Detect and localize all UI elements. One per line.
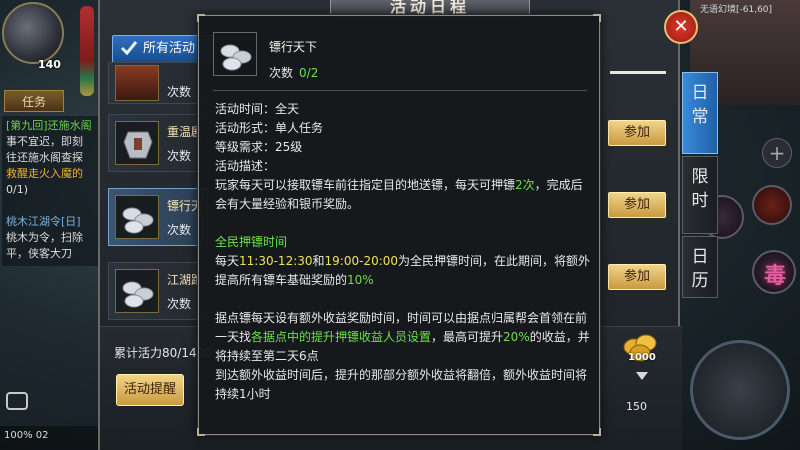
activity-row[interactable]: 江湖跑 次数 (108, 262, 208, 320)
desc-highlight: 2次 (515, 178, 535, 192)
poison-skill-glyph: 毒 (764, 264, 787, 289)
corner-ornament (593, 428, 601, 436)
desc-text: 玩家每天可以接取镖车前往指定目的地送镖，每天可押镖 (215, 178, 516, 192)
close-button[interactable]: ✕ (664, 10, 698, 44)
corner-ornament (593, 14, 601, 22)
skill-slot-poison[interactable]: 毒 (752, 250, 796, 294)
corner-ornament (197, 428, 205, 436)
quest-line: 救醒走火入魔的 (6, 167, 83, 180)
reward-amount: 1000 (628, 352, 656, 363)
tooltip-count-label: 次数 (269, 66, 294, 80)
tab-calendar[interactable]: 日历 (682, 236, 718, 298)
quest-line: 事不宜迟，即刻 (6, 135, 83, 148)
tab-limited[interactable]: 限时 (682, 156, 718, 234)
activity-thumbnail-icon (115, 65, 159, 101)
level-requirement-line: 等级需求：25级 (215, 140, 303, 154)
percent-highlight: 20% (503, 330, 530, 344)
text: 每天 (215, 254, 240, 268)
tab-daily-label: 日常 (691, 83, 709, 127)
quest-line: 桃木为令，扫除 (6, 231, 83, 244)
activity-count-label: 次数 (167, 85, 192, 99)
tab-daily[interactable]: 日常 (682, 72, 718, 154)
quest-line: 桃木江湖令[日] (6, 215, 81, 228)
silver-ingots-icon (213, 32, 257, 76)
quest-tracker-panel[interactable]: [第九回]还施水阁 事不宜迟，即刻 往还施水阁查探 救醒走火入魔的 0/1) 桃木江湖令… (2, 116, 98, 266)
add-shortcut-button[interactable]: + (762, 138, 792, 168)
quest-line: 平，侠客大刀 (6, 247, 72, 260)
join-button[interactable]: 参加 (608, 120, 666, 146)
activity-count-label: 次数 (167, 149, 192, 163)
percent-highlight: 10% (347, 273, 374, 287)
attack-button[interactable] (690, 340, 790, 440)
bonus-paragraph: 到达额外收益时间后，提升的那部分额外收益将翻倍，额外收益时间将持续1小时 (215, 368, 588, 401)
player-level: 140 (38, 58, 61, 71)
divider-line (213, 90, 587, 91)
escort-time-paragraph: 每天11:30-12:30和19:00-20:00为全民押镖时间，在此期间，将额… (215, 252, 591, 290)
time-highlight: 19:00-20:00 (324, 254, 399, 268)
quest-line: 0/1) (6, 183, 28, 196)
all-activities-label: 所有活动 (143, 41, 196, 56)
text: ，最高可提升 (431, 330, 504, 344)
activity-reminder-button[interactable]: 活动提醒 (116, 374, 184, 406)
description-heading: 活动描述： (215, 159, 276, 173)
battery-status: 100% 02 (0, 426, 100, 450)
tooltip-count: 次数 0/2 (269, 64, 318, 81)
activity-time-line: 活动时间：全天 (215, 102, 300, 116)
tooltip-activity-name: 镖行天下 (269, 40, 318, 54)
activity-detail-tooltip: 镖行天下 次数 0/2 活动时间：全天 活动形式：单人任务 等级需求：25级 活动… (197, 14, 601, 436)
stronghold-paragraph: 据点镖每天设有额外收益奖励时间，时间可以由据点归属帮会首领在前一天找各据点中的提… (215, 309, 591, 366)
join-button[interactable]: 参加 (608, 264, 666, 290)
activity-row[interactable]: 次数 (108, 62, 208, 104)
quest-line: 往还施水阁查探 (6, 151, 83, 164)
tooltip-count-value: 0/2 (299, 66, 319, 80)
potion-slot[interactable] (752, 185, 792, 225)
player-portrait[interactable] (2, 2, 64, 64)
tab-calendar-label: 日历 (691, 247, 709, 291)
task-tab[interactable]: 任务 (4, 90, 64, 112)
minimap-location-label: 无语幻境[-61,60] (700, 5, 773, 15)
armor-icon (115, 121, 159, 165)
camera-icon[interactable] (6, 392, 28, 410)
activity-row[interactable]: 重温剧 次数 (108, 114, 208, 172)
quest-line (6, 198, 94, 214)
charm-ornament-icon (80, 6, 94, 96)
quest-line: [第九回]还施水阁 (6, 119, 92, 132)
progress-marker-icon (636, 372, 648, 380)
activity-count-label: 次数 (167, 297, 192, 311)
npc-highlight: 各据点中的提升押镖收益人员设置 (251, 330, 432, 344)
activity-count-label: 次数 (167, 223, 192, 237)
time-highlight: 11:30-12:30 (239, 254, 313, 268)
activity-row-selected[interactable]: 镖行天 次数 (108, 188, 208, 246)
activity-form-line: 活动形式：单人任务 (215, 121, 324, 135)
divider-line (610, 71, 666, 74)
join-button[interactable]: 参加 (608, 192, 666, 218)
tooltip-description: 活动时间：全天 活动形式：单人任务 等级需求：25级 活动描述： 玩家每天可以接… (215, 100, 591, 404)
text: 和 (312, 254, 325, 268)
tab-limited-label: 限时 (691, 167, 709, 211)
reward-threshold: 150 (626, 400, 647, 413)
silver-ingots-icon (115, 269, 159, 313)
description-paragraph: 玩家每天可以接取镖车前往指定目的地送镖，每天可押镖2次，完成后会有大量经验和银币… (215, 176, 591, 214)
check-icon (120, 41, 138, 56)
section-title: 全民押镖时间 (215, 235, 288, 249)
corner-ornament (197, 14, 205, 22)
silver-ingots-icon (115, 195, 159, 239)
